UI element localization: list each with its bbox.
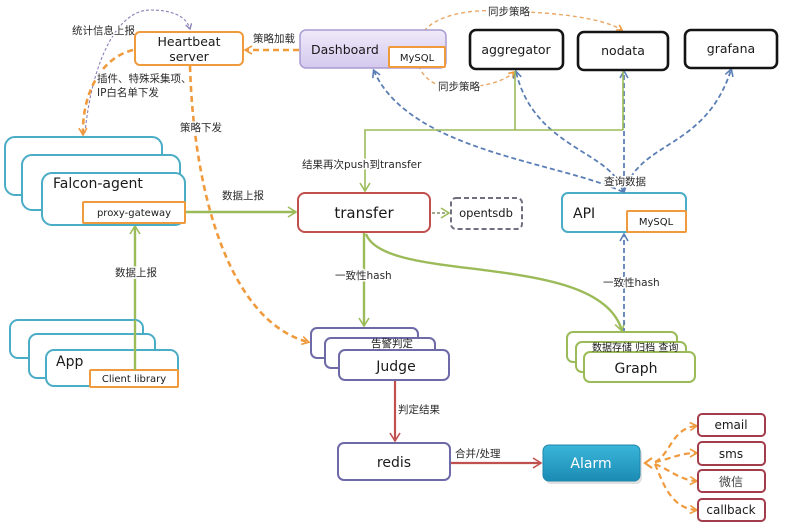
opentsdb-label: opentsdb [459, 206, 513, 220]
edge-sync-strategy-nodata-label: 同步策略 [488, 5, 530, 18]
transfer-label: transfer [334, 204, 394, 222]
aggregator-label: aggregator [481, 42, 551, 57]
redis-label: redis [377, 455, 411, 471]
edge-graph-api-label: 一致性hash [603, 276, 660, 289]
edge-query-data-label: 查询数据 [604, 175, 646, 188]
node-heartbeat-server: Heartbeat server [134, 31, 244, 66]
edge-strategy-load-label: 策略加载 [253, 32, 295, 45]
node-redis: redis [337, 442, 451, 481]
graph-role-label: 数据存储 归档 查询 [592, 341, 678, 354]
judge-label: Judge [375, 359, 415, 375]
channel-wechat-label: 微信 [719, 475, 743, 489]
node-graph: 数据存储 归档 查询 Graph [566, 331, 696, 383]
api-label: API [573, 206, 595, 222]
alarm-fan-origin-chevron [643, 457, 653, 469]
dashboard-mysql-label: MySQL [400, 53, 435, 64]
edge-app-report-label: 数据上报 [115, 266, 157, 279]
edge-alarm-callback-arrow [653, 463, 699, 515]
node-aggregator: aggregator [468, 28, 565, 71]
channel-sms-label: sms [719, 447, 743, 461]
node-transfer: transfer [297, 192, 431, 233]
edge-plugin-dispatch-label-line1: 插件、特殊采集项、 [97, 72, 192, 85]
edge-transfer-graph-arrow [364, 233, 626, 333]
nodata-label: nodata [601, 43, 645, 58]
node-nodata: nodata [576, 30, 670, 72]
node-alarm: Alarm [542, 444, 642, 484]
edge-alarm-sms-arrow [654, 448, 699, 464]
edge-plugin-dispatch-label-line2: IP白名单下发 [97, 86, 159, 99]
channel-wechat: 微信 [697, 469, 766, 493]
graph-label: Graph [615, 361, 658, 377]
edge-agent-report-label: 数据上报 [222, 189, 264, 202]
node-dashboard: Dashboard MySQL [299, 29, 447, 69]
node-falcon-agent: Falcon-agent proxy-gateway [4, 136, 186, 226]
falcon-architecture-diagram: 统计信息上报 插件、特殊采集项、 IP白名单下发 策略加载 策略下发 同步策略 … [4, 4, 779, 522]
alarm-label: Alarm [570, 456, 611, 472]
heartbeat-label-line2: server [169, 49, 209, 64]
node-judge: 告警判定 Judge [310, 327, 450, 381]
node-grafana: grafana [683, 28, 779, 70]
dashboard-label: Dashboard [311, 42, 379, 57]
client-library-label: Client library [102, 374, 166, 385]
channel-email: email [697, 413, 766, 437]
node-api: API MySQL [561, 192, 687, 233]
heartbeat-label-line1: Heartbeat [158, 34, 221, 49]
edge-stats-report-label: 统计信息上报 [72, 24, 135, 37]
edge-redis-alarm-label: 合并/处理 [455, 447, 501, 460]
node-app: App Client library [9, 319, 179, 388]
api-mysql-label: MySQL [639, 217, 674, 228]
node-opentsdb: opentsdb [450, 197, 523, 230]
channel-callback-label: callback [706, 503, 755, 517]
edge-query-data-dashboard-arrow [371, 68, 624, 193]
edge-query-data-grafana-arrow [623, 67, 734, 193]
edge-push-back-branch [514, 71, 624, 130]
channel-email-label: email [714, 418, 747, 432]
grafana-label: grafana [707, 41, 755, 56]
app-label: App [56, 354, 83, 370]
judge-role-label: 告警判定 [371, 337, 413, 350]
falcon-agent-label: Falcon-agent [53, 176, 143, 192]
edge-sync-strategy-aggregator-label: 同步策略 [438, 80, 480, 93]
channel-sms: sms [697, 441, 766, 466]
edge-transfer-judge-label: 一致性hash [335, 269, 392, 282]
proxy-gateway-label: proxy-gateway [97, 208, 171, 219]
edge-judge-redis-label: 判定结果 [398, 403, 440, 416]
channel-callback: callback [697, 498, 766, 522]
edge-strategy-dispatch-label: 策略下发 [180, 121, 222, 134]
edge-push-back-label: 结果再次push到transfer [302, 158, 422, 171]
edge-strategy-dispatch-arrow [188, 65, 311, 346]
